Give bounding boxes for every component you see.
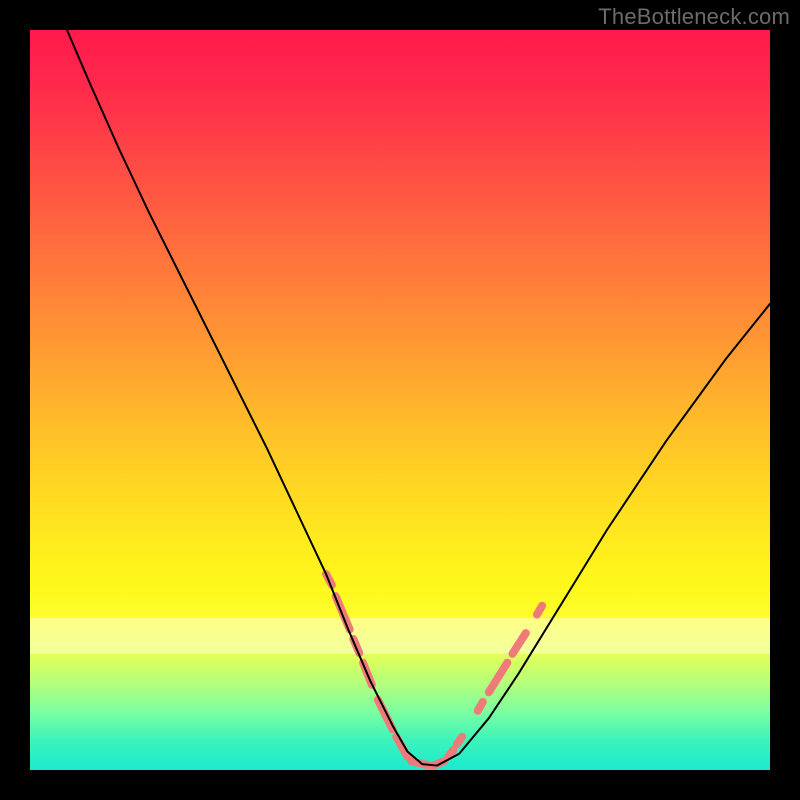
highlight-segment <box>478 702 483 711</box>
highlight-segment <box>378 700 393 730</box>
main-curve-path <box>67 30 770 766</box>
watermark-text: TheBottleneck.com <box>598 4 790 30</box>
chart-stage: TheBottleneck.com <box>0 0 800 800</box>
highlight-segments <box>326 574 542 766</box>
highlight-segment <box>512 633 525 654</box>
highlight-segment <box>448 750 453 757</box>
highlight-segment <box>457 737 462 744</box>
highlight-segment <box>489 663 508 693</box>
curve-svg <box>30 30 770 770</box>
plot-area <box>30 30 770 770</box>
highlight-segment <box>537 606 542 615</box>
